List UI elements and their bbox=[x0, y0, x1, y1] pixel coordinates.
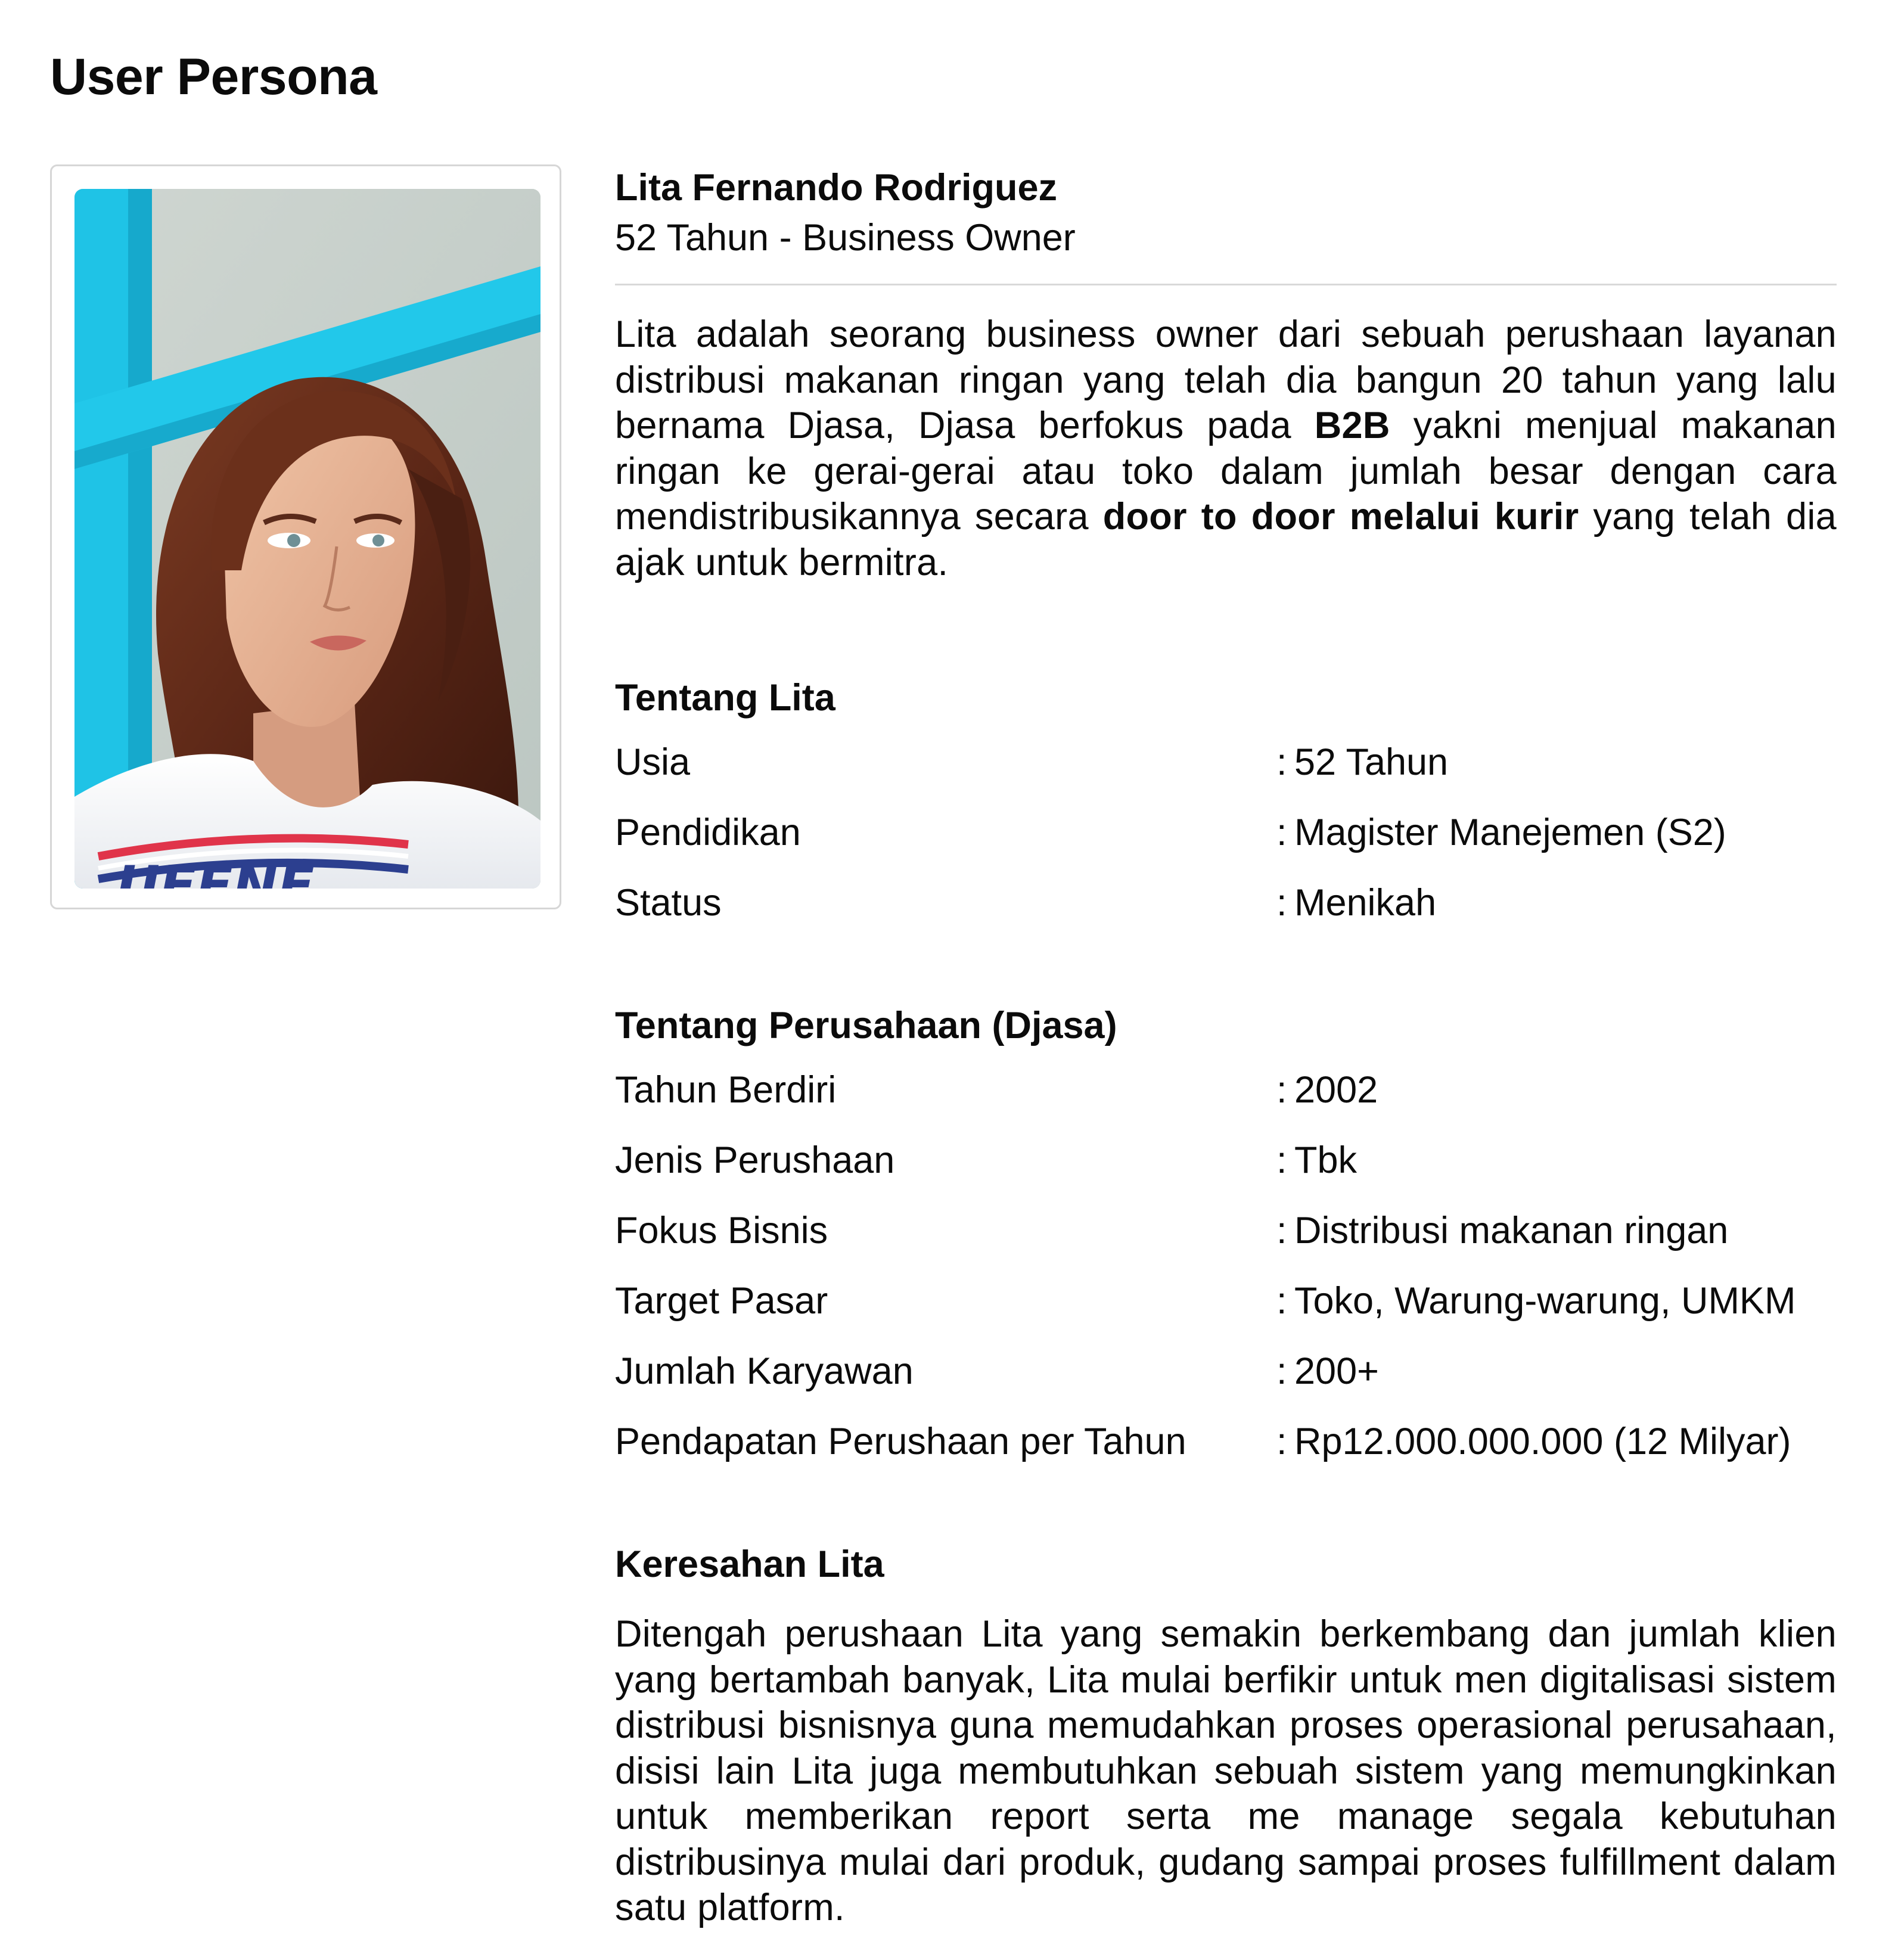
info-value: Rp12.000.000.000 (12 Milyar) bbox=[1294, 1421, 1791, 1462]
info-separator: : bbox=[1276, 1139, 1287, 1181]
info-label: Pendidikan bbox=[615, 812, 801, 853]
info-row-jenis-perusahaan: Jenis Perushaan : Tbk bbox=[615, 1137, 1837, 1207]
description-bold-b2b: B2B bbox=[1314, 405, 1390, 446]
section-about-lita: Tentang Lita Usia : 52 Tahun Pendidikan … bbox=[615, 675, 1837, 950]
header-divider bbox=[615, 284, 1837, 285]
section-about-company: Tentang Perusahaan (Djasa) Tahun Berdiri… bbox=[615, 1002, 1837, 1489]
info-separator: : bbox=[1276, 1280, 1287, 1322]
info-value: 200+ bbox=[1294, 1350, 1379, 1392]
section-title-concerns: Keresahan Lita bbox=[615, 1543, 884, 1585]
section-concerns: Keresahan Lita Ditengah perushaan Lita y… bbox=[615, 1541, 1837, 1931]
info-value: Distribusi makanan ringan bbox=[1294, 1210, 1729, 1251]
persona-portrait-image: UEENE bbox=[74, 189, 540, 889]
concerns-text: Ditengah perushaan Lita yang semakin ber… bbox=[615, 1613, 1837, 1928]
info-value: Toko, Warung-warung, UMKM bbox=[1294, 1280, 1796, 1322]
info-row-tahun-berdiri: Tahun Berdiri : 2002 bbox=[615, 1067, 1837, 1137]
persona-name: Lita Fernando Rodriguez bbox=[615, 167, 1058, 209]
info-separator: : bbox=[1276, 1350, 1287, 1392]
persona-role: 52 Tahun - Business Owner bbox=[615, 217, 1076, 259]
info-label: Tahun Berdiri bbox=[615, 1069, 837, 1111]
persona-photo-card: UEENE bbox=[50, 164, 561, 909]
about-company-table: Tahun Berdiri : 2002 Jenis Perushaan : T… bbox=[615, 1067, 1837, 1489]
info-row-usia: Usia : 52 Tahun bbox=[615, 739, 1837, 809]
info-value: Menikah bbox=[1294, 882, 1437, 924]
info-separator: : bbox=[1276, 1069, 1287, 1111]
shirt-print-text: UEENE bbox=[116, 855, 315, 889]
persona-description: Lita adalah seorang business owner dari … bbox=[615, 312, 1837, 585]
info-label: Jenis Perushaan bbox=[615, 1139, 895, 1181]
info-value: Magister Manejemen (S2) bbox=[1294, 812, 1726, 853]
info-value: Tbk bbox=[1294, 1139, 1358, 1181]
info-row-status: Status : Menikah bbox=[615, 880, 1837, 950]
info-separator: : bbox=[1276, 882, 1287, 924]
info-label: Status bbox=[615, 882, 722, 924]
section-title-about-company: Tentang Perusahaan (Djasa) bbox=[615, 1005, 1117, 1046]
info-separator: : bbox=[1276, 741, 1287, 783]
info-label: Pendapatan Perushaan per Tahun bbox=[615, 1421, 1186, 1462]
info-row-pendidikan: Pendidikan : Magister Manejemen (S2) bbox=[615, 809, 1837, 880]
info-row-fokus-bisnis: Fokus Bisnis : Distribusi makanan ringan bbox=[615, 1207, 1837, 1278]
info-separator: : bbox=[1276, 812, 1287, 853]
info-separator: : bbox=[1276, 1421, 1287, 1462]
info-separator: : bbox=[1276, 1210, 1287, 1251]
info-label: Fokus Bisnis bbox=[615, 1210, 828, 1251]
about-lita-table: Usia : 52 Tahun Pendidikan : Magister Ma… bbox=[615, 739, 1837, 950]
description-bold-delivery: door to door melalui kurir bbox=[1102, 496, 1579, 538]
info-row-target-pasar: Target Pasar : Toko, Warung-warung, UMKM bbox=[615, 1278, 1837, 1348]
info-label: Usia bbox=[615, 741, 691, 783]
info-row-jumlah-karyawan: Jumlah Karyawan : 200+ bbox=[615, 1348, 1837, 1418]
info-label: Jumlah Karyawan bbox=[615, 1350, 914, 1392]
page-title: User Persona bbox=[50, 48, 377, 105]
info-value: 52 Tahun bbox=[1294, 741, 1449, 783]
section-title-about-lita: Tentang Lita bbox=[615, 677, 835, 719]
info-row-pendapatan: Pendapatan Perushaan per Tahun : Rp12.00… bbox=[615, 1418, 1837, 1489]
info-value: 2002 bbox=[1294, 1069, 1378, 1111]
info-label: Target Pasar bbox=[615, 1280, 828, 1322]
persona-photo: UEENE bbox=[74, 189, 540, 889]
persona-details: Lita Fernando Rodriguez 52 Tahun - Busin… bbox=[615, 164, 1837, 1931]
